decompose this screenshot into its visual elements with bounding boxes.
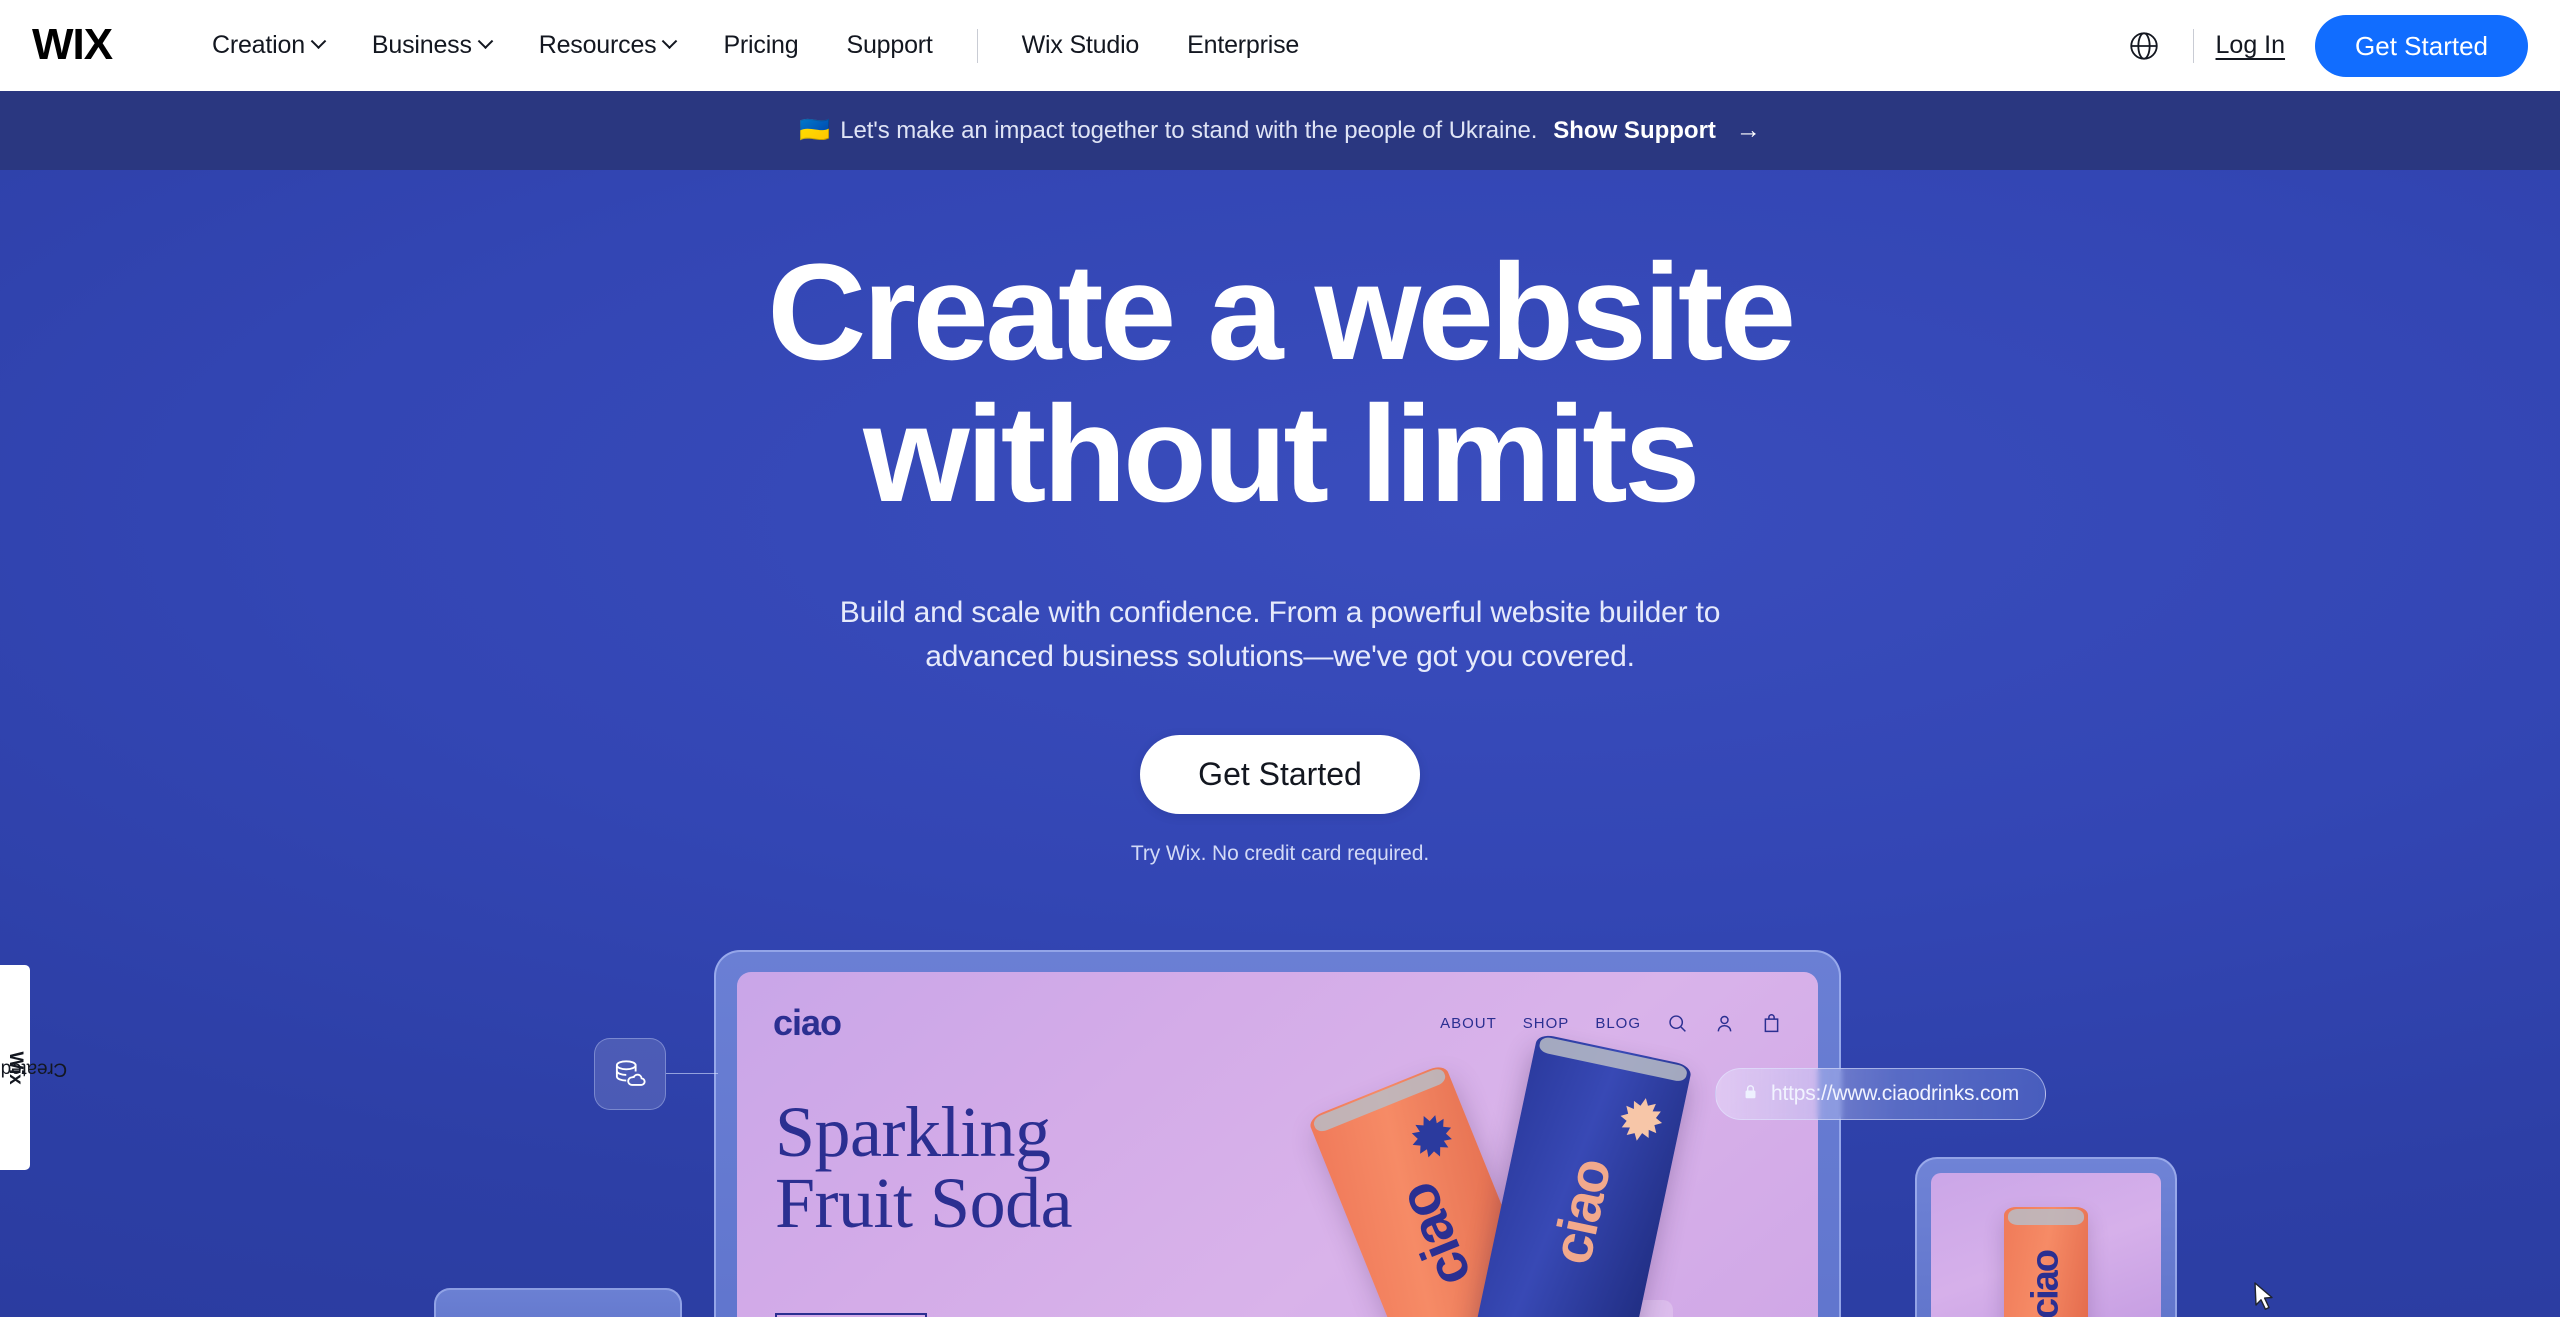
hero-cta-container: Get Started — [0, 734, 2560, 814]
nav-label-wix-studio: Wix Studio — [1021, 31, 1140, 59]
globe-icon[interactable] — [2117, 19, 2171, 73]
ukraine-support-banner: 🇺🇦 Let's make an impact together to stan… — [0, 91, 2560, 170]
nav-label-business: Business — [371, 31, 472, 59]
top-navigation-bar: WIX Creation Business Resources Pricing … — [0, 0, 2560, 91]
mobile-can-orange: ciao — [2004, 1207, 2088, 1317]
arrow-right-icon: → — [1735, 116, 1761, 144]
ukraine-flag-icon: 🇺🇦 — [799, 116, 831, 144]
main-nav-links: Creation Business Resources Pricing Supp… — [188, 0, 1323, 91]
starburst-icon — [1620, 1098, 1663, 1141]
chevron-down-icon — [477, 33, 494, 50]
can-brand-text: ciao — [2024, 1250, 2067, 1317]
product-photo: ciao ciao — [1288, 990, 1808, 1317]
starburst-icon — [1411, 1115, 1452, 1158]
nav-label-enterprise: Enterprise — [1187, 31, 1300, 59]
badge-prefix: Created with — [0, 1057, 68, 1079]
cta-disclaimer: Try Wix. No credit card required. — [1130, 841, 1430, 865]
connector-line — [666, 1073, 718, 1074]
nav-label-resources: Resources — [538, 31, 657, 59]
can-brand-text: ciao — [1539, 1154, 1623, 1270]
secondary-preview-card — [434, 1288, 682, 1317]
created-with-wix-badge[interactable]: Created with Wix — [0, 965, 67, 1170]
ciao-hero-heading: Sparkling Fruit Soda — [775, 1092, 1073, 1243]
get-started-button-header[interactable]: Get Started — [2315, 14, 2528, 77]
header-divider — [2192, 28, 2194, 63]
page-root: WIX Creation Business Resources Pricing … — [0, 0, 2560, 1317]
can-top — [1538, 1035, 1689, 1083]
subtitle-line-2: advanced business solutions—we've got yo… — [925, 639, 1635, 673]
get-started-button-hero[interactable]: Get Started — [1140, 734, 1420, 814]
nav-label-pricing: Pricing — [723, 31, 799, 59]
nav-divider — [976, 28, 978, 63]
nav-item-wix-studio[interactable]: Wix Studio — [998, 0, 1163, 91]
nav-item-creation[interactable]: Creation — [188, 0, 348, 91]
website-preview-frame: ciao ABOUT SHOP BLOG Sparkling Fruit Sod… — [714, 950, 1841, 1317]
ciao-heading-line-2: Fruit Soda — [775, 1162, 1073, 1243]
nav-item-enterprise[interactable]: Enterprise — [1163, 0, 1323, 91]
created-with-wix-label: Created with Wix — [0, 1051, 67, 1084]
login-link[interactable]: Log In — [2216, 31, 2286, 60]
nav-item-support[interactable]: Support — [822, 0, 956, 91]
svg-text:WIX: WIX — [32, 24, 113, 68]
nav-item-business[interactable]: Business — [348, 0, 515, 91]
wix-logo[interactable]: WIX — [32, 0, 150, 91]
chevron-down-icon — [662, 33, 678, 50]
header-actions: Log In Get Started — [2117, 0, 2560, 91]
url-bar-pill: https://www.ciaodrinks.com — [1715, 1068, 2047, 1120]
mobile-preview-card: ciao — [1915, 1157, 2177, 1317]
nav-item-pricing[interactable]: Pricing — [699, 0, 822, 91]
can-blue: ciao — [1471, 1033, 1693, 1317]
nav-label-support: Support — [846, 31, 933, 59]
mobile-preview-content: ciao — [1931, 1173, 2161, 1317]
url-text: https://www.ciaodrinks.com — [1771, 1082, 2020, 1105]
headline-line-1: Create a website — [767, 236, 1796, 389]
page-title: Create a website without limits — [0, 241, 2560, 527]
can-top — [2008, 1209, 2084, 1225]
hero-subtitle: Build and scale with confidence. From a … — [0, 591, 2560, 679]
headline-line-2: without limits — [863, 378, 1700, 532]
show-support-link[interactable]: Show Support — [1553, 117, 1716, 145]
lock-icon — [1742, 1083, 1759, 1105]
database-cloud-icon[interactable] — [594, 1038, 666, 1110]
can-brand-text: ciao — [1385, 1175, 1483, 1296]
shop-now-button[interactable]: SHOP NOW — [775, 1313, 927, 1317]
subtitle-line-1: Build and scale with confidence. From a … — [839, 595, 1721, 629]
ciao-heading-line-1: Sparkling — [775, 1092, 1051, 1172]
banner-message: Let's make an impact together to stand w… — [840, 116, 1538, 144]
ciao-website-preview: ciao ABOUT SHOP BLOG Sparkling Fruit Sod… — [737, 972, 1818, 1317]
nav-item-resources[interactable]: Resources — [515, 0, 700, 91]
chevron-down-icon — [310, 33, 327, 50]
nav-label-creation: Creation — [212, 31, 305, 59]
ciao-logo[interactable]: ciao — [773, 1002, 842, 1044]
